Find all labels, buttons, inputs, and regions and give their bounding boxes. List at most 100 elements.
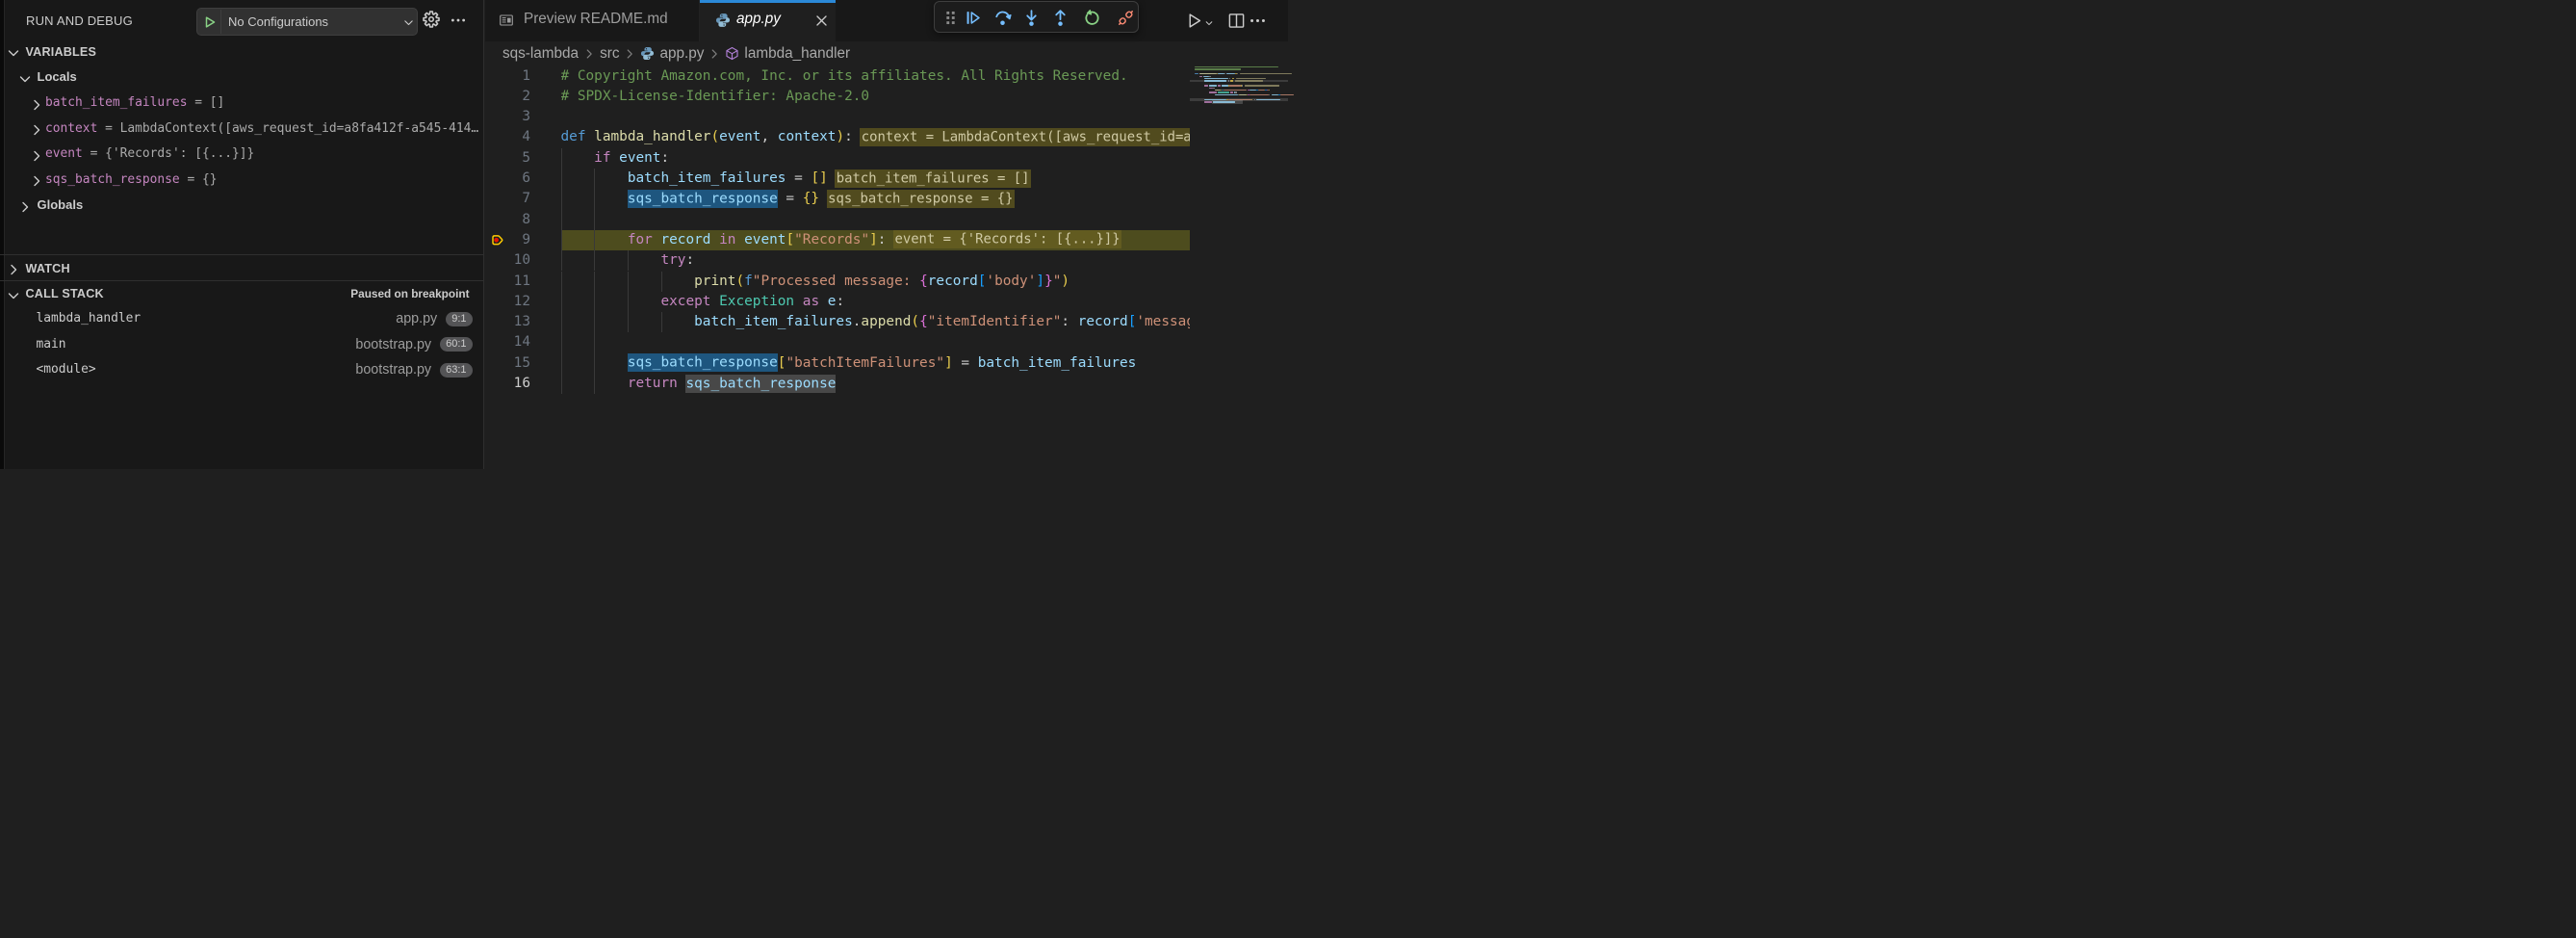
code-token: "itemIdentifier": [928, 314, 1062, 329]
scope-row-locals[interactable]: Locals: [0, 65, 483, 91]
chevron-right-icon[interactable]: [29, 96, 44, 112]
code-token: as: [803, 294, 819, 309]
chevron-down-icon: [402, 16, 415, 29]
more-actions-icon[interactable]: [450, 12, 467, 29]
breadcrumb-item[interactable]: sqs-lambda: [502, 45, 579, 63]
symbol-method-icon: [725, 46, 739, 61]
code-token: {}: [803, 191, 819, 206]
minimap-line: [1249, 90, 1257, 91]
code-token: [561, 376, 628, 391]
code-token: {: [919, 274, 928, 289]
line-number[interactable]: 7: [492, 189, 530, 209]
chevron-down-icon[interactable]: [17, 70, 33, 86]
line-number[interactable]: 14: [492, 332, 530, 352]
line-number[interactable]: 1: [492, 66, 530, 87]
tab-label: app.py: [736, 11, 781, 28]
code-token: :: [844, 129, 853, 144]
gripper-icon[interactable]: [941, 9, 960, 27]
code-line: [561, 210, 1191, 230]
code-token: context: [778, 129, 837, 144]
code-token: "Records": [794, 232, 869, 248]
debug-disconnect-icon[interactable]: [1117, 9, 1135, 27]
breakpoint-paused-icon[interactable]: [491, 233, 505, 248]
editor-gutter[interactable]: 12345678910111213141516: [485, 66, 563, 470]
chevron-right-icon[interactable]: [29, 147, 44, 163]
section-header-watch[interactable]: WATCH: [0, 256, 483, 282]
run-icon[interactable]: [1185, 12, 1203, 30]
debug-step-over-icon[interactable]: [993, 9, 1012, 27]
chevron-right-icon[interactable]: [29, 172, 44, 188]
breadcrumb-item[interactable]: app.py: [659, 45, 704, 63]
debug-start-icon[interactable]: [203, 15, 217, 29]
code-token: batch_item_failures: [628, 170, 786, 186]
section-header-variables[interactable]: VARIABLES: [0, 39, 483, 65]
breadcrumb-item[interactable]: lambda_handler: [744, 45, 850, 63]
scope-label: Locals: [38, 65, 77, 91]
code-line: print(f"Processed message: {record['body…: [561, 272, 1191, 292]
variable-row[interactable]: event = {'Records': [{...}]}: [0, 142, 483, 168]
line-number[interactable]: 5: [492, 148, 530, 169]
stack-frame-row[interactable]: lambda_handlerapp.py9:1: [0, 306, 483, 332]
code-line: def lambda_handler(event, context):conte…: [561, 127, 1191, 147]
stack-frame-name: <module>: [37, 357, 96, 383]
line-number[interactable]: 4: [492, 127, 530, 147]
line-number[interactable]: 10: [492, 250, 530, 271]
code-line: try:: [561, 250, 1191, 271]
variable-row[interactable]: context = LambdaContext([aws_request_id=…: [0, 117, 483, 143]
line-number[interactable]: 3: [492, 107, 530, 127]
line-number[interactable]: 13: [492, 312, 530, 332]
stack-frame-row[interactable]: <module>bootstrap.py63:1: [0, 357, 483, 383]
code-line: # SPDX-License-Identifier: Apache-2.0: [561, 87, 1191, 107]
code-token: 'messageId': [1136, 314, 1190, 329]
stack-frame-position-badge: 63:1: [440, 363, 472, 378]
line-number[interactable]: 16: [492, 374, 530, 394]
line-number[interactable]: 8: [492, 210, 530, 230]
minimap-line: [1204, 80, 1226, 81]
line-number[interactable]: 12: [492, 292, 530, 312]
scope-row-globals[interactable]: Globals: [0, 193, 483, 219]
chevron-down-icon[interactable]: [6, 44, 21, 60]
code-line: return sqs_batch_response: [561, 374, 1191, 394]
debug-step-into-icon[interactable]: [1022, 9, 1041, 27]
variable-row[interactable]: sqs_batch_response = {}: [0, 168, 483, 194]
code-token: []: [811, 170, 827, 186]
debug-continue-icon[interactable]: [964, 9, 982, 27]
line-number[interactable]: 2: [492, 87, 530, 107]
close-icon: [812, 12, 831, 30]
tab-app-py[interactable]: app.py: [700, 0, 836, 41]
code-line: sqs_batch_response["batchItemFailures"] …: [561, 353, 1191, 374]
debug-toolbar: [934, 1, 1139, 33]
variable-row[interactable]: batch_item_failures = []: [0, 91, 483, 117]
debug-step-out-icon: [1051, 9, 1069, 27]
code-token: batch_item_failures: [978, 355, 1137, 371]
chevron-right-icon[interactable]: [17, 198, 33, 214]
split-editor-icon[interactable]: [1227, 12, 1246, 30]
debug-restart-icon[interactable]: [1083, 9, 1101, 27]
debug-step-out-icon[interactable]: [1051, 9, 1069, 27]
code-token: [610, 150, 619, 166]
line-number[interactable]: 15: [492, 353, 530, 374]
more-actions-icon[interactable]: [1249, 12, 1267, 30]
code-token: [710, 232, 719, 248]
minimap[interactable]: [1190, 66, 1288, 470]
debug-config-dropdown[interactable]: No Configurations: [196, 8, 418, 36]
code-token: "Processed message:: [753, 274, 919, 289]
chevron-right-icon[interactable]: [29, 121, 44, 137]
chevron-right-icon[interactable]: [6, 261, 21, 276]
run-dropdown-chevron-icon[interactable]: [1204, 15, 1214, 25]
close-icon[interactable]: [812, 12, 831, 30]
line-number[interactable]: 11: [492, 272, 530, 292]
code-token: ]: [869, 232, 878, 248]
split-editor-icon: [1227, 12, 1246, 30]
minimap-line: [1280, 94, 1294, 95]
chevron-down-icon[interactable]: [6, 287, 21, 302]
code-token: in: [719, 232, 735, 248]
stack-frame-row[interactable]: mainbootstrap.py60:1: [0, 332, 483, 358]
variable-value: = {}: [180, 172, 218, 187]
line-number[interactable]: 6: [492, 169, 530, 189]
tab-preview-readme[interactable]: Preview README.md: [485, 0, 700, 41]
minimap-line: [1209, 91, 1217, 92]
gear-icon[interactable]: [423, 11, 440, 28]
code-viewport[interactable]: # Copyright Amazon.com, Inc. or its affi…: [561, 66, 1191, 470]
breadcrumb-item[interactable]: src: [600, 45, 619, 63]
